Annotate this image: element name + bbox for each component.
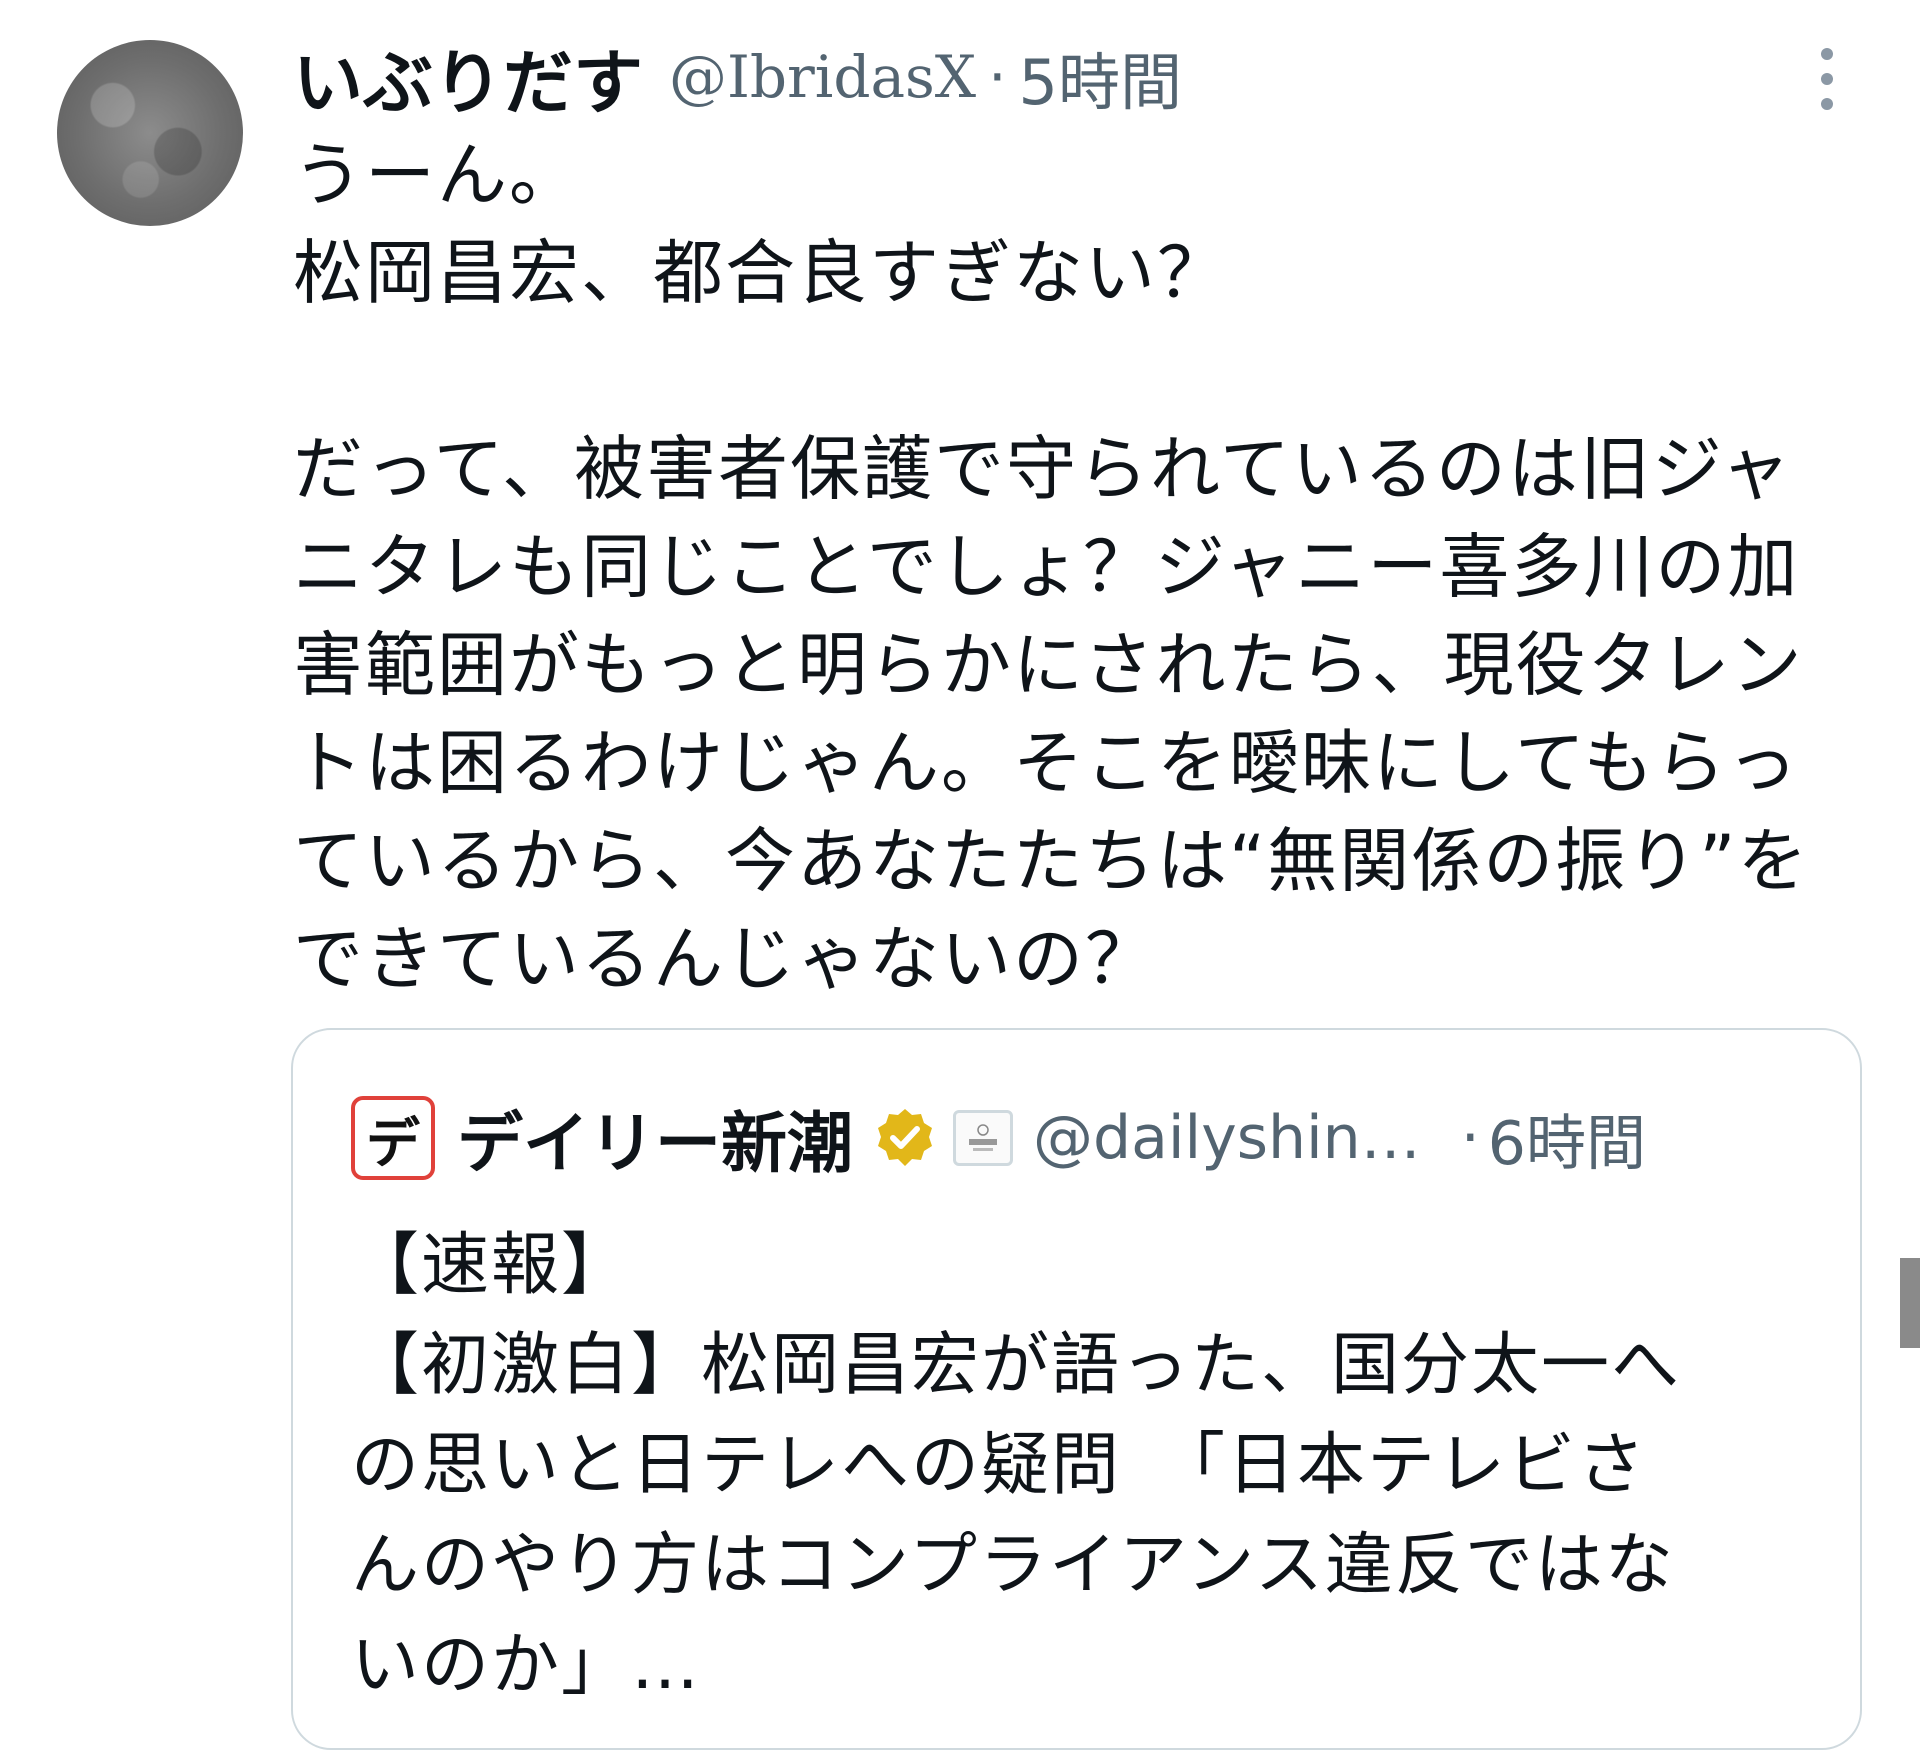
quoted-text-line: 【初激白】松岡昌宏が語った、国分太一へ — [351, 1326, 1682, 1405]
affiliate-logo-icon — [969, 1124, 997, 1151]
tweet-text-line: できているんじゃないの？ — [293, 918, 1157, 1000]
tweet[interactable]: いぶりだす @IbridasX · 5時間 うーん。 松岡昌宏、都合良すぎない？… — [0, 0, 1920, 1757]
quoted-tweet-card[interactable]: デ デイリー新潮 @dailyshin… · 6時間 【速報】 【初激白】松岡昌… — [291, 1028, 1862, 1750]
affiliate-badge-icon[interactable] — [953, 1110, 1013, 1166]
display-name[interactable]: いぶりだす — [293, 27, 643, 128]
verified-badge-icon — [878, 1109, 932, 1166]
quoted-tweet-text: 【速報】 【初激白】松岡昌宏が語った、国分太一へ の思いと日テレへの疑問 「日本… — [351, 1216, 1811, 1716]
quoted-text-line: 【速報】 — [351, 1226, 632, 1305]
quoted-time[interactable]: 6時間 — [1488, 1095, 1646, 1182]
tweet-text-line: だって、被害者保護で守られているのは旧ジャ — [293, 428, 1793, 510]
quoted-separator-dot: · — [1460, 1103, 1480, 1173]
scrollbar-thumb[interactable] — [1900, 1258, 1920, 1348]
quoted-text-line: の思いと日テレへの疑問 「日本テレビさ — [351, 1426, 1648, 1505]
tweet-text-line: 害範囲がもっと明らかにされたら、現役タレン — [293, 624, 1804, 706]
quoted-text-line: んのやり方はコンプライアンス違反ではな — [351, 1526, 1675, 1605]
quoted-handle[interactable]: @dailyshin… — [1033, 1103, 1421, 1173]
tweet-header: いぶりだす @IbridasX · 5時間 — [293, 32, 1182, 124]
user-avatar[interactable] — [57, 40, 243, 226]
quoted-tweet-header: デ デイリー新潮 @dailyshin… · 6時間 — [351, 1088, 1646, 1188]
quoted-account-logo[interactable]: デ — [351, 1096, 435, 1180]
quoted-text-line: いのか」… — [351, 1626, 702, 1705]
user-handle[interactable]: @IbridasX — [669, 43, 976, 111]
tweet-text-line: うーん。 — [293, 134, 581, 216]
more-vertical-icon[interactable] — [1812, 48, 1842, 110]
tweet-text-line: ているから、今あなたたちは“無関係の振り”を — [293, 820, 1810, 902]
tweet-text-line: ニタレも同じことでしょ？ジャニー喜多川の加 — [293, 526, 1800, 608]
quoted-display-name[interactable]: デイリー新潮 — [457, 1090, 853, 1186]
tweet-text-line: 松岡昌宏、都合良すぎない？ — [293, 232, 1229, 314]
tweet-time[interactable]: 5時間 — [1019, 32, 1182, 122]
tweet-text: うーん。 松岡昌宏、都合良すぎない？ だって、被害者保護で守られているのは旧ジャ… — [293, 126, 1863, 1008]
tweet-text-line: トは困るわけじゃん。そこを曖昧にしてもらっ — [293, 722, 1800, 804]
separator-dot: · — [988, 43, 1007, 111]
tweet-text-blank-line — [293, 322, 1863, 420]
